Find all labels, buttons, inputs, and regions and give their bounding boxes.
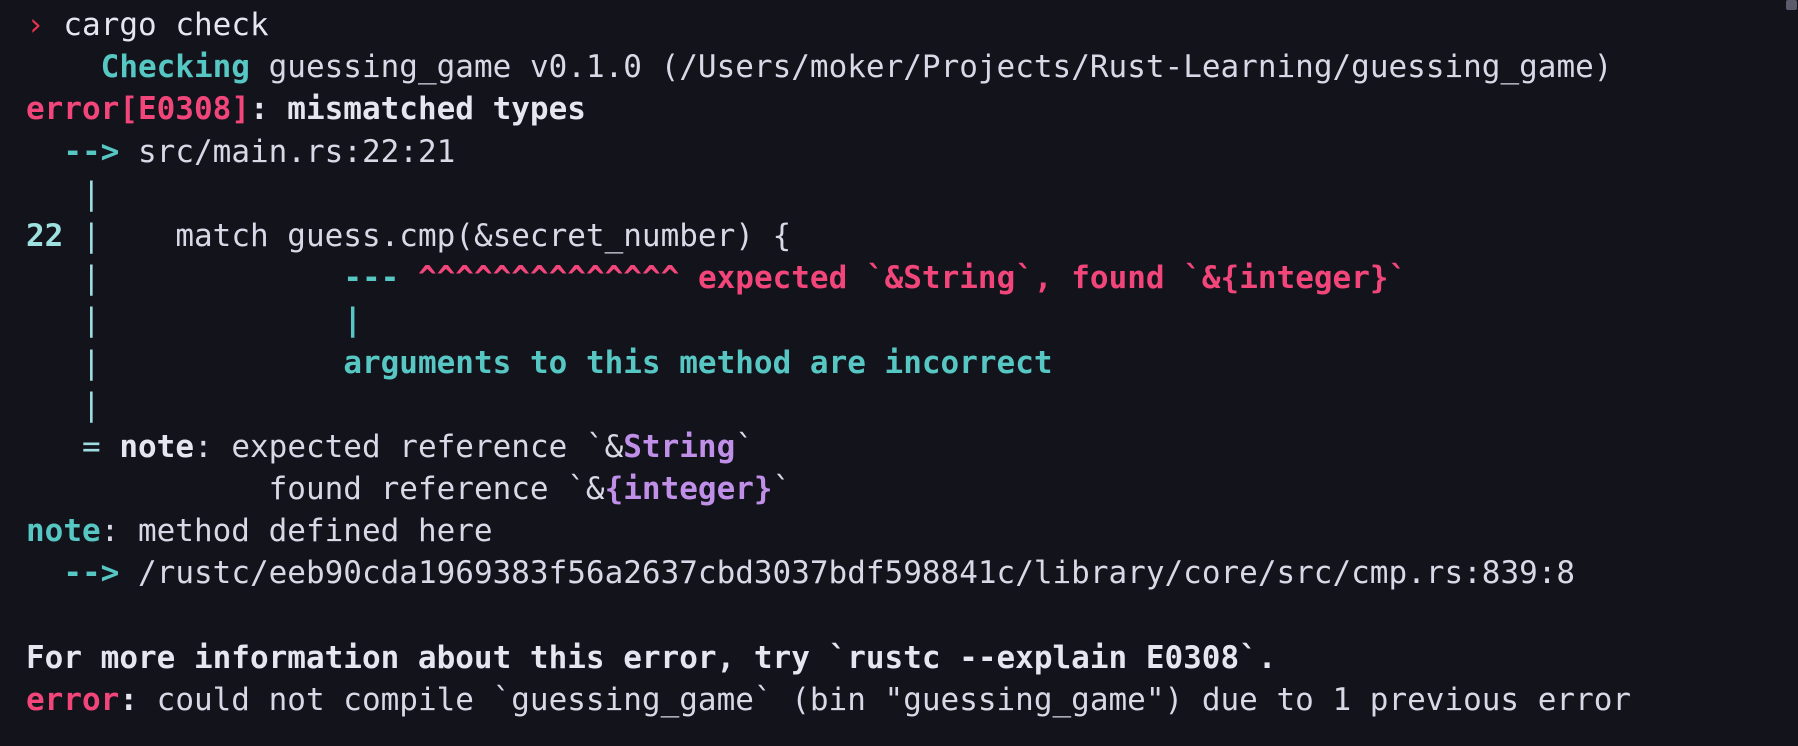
annotation-carets: ^^^^^^^^^^^^^^ <box>417 260 680 297</box>
note-expected-reference-line: = note: expected reference `&String` <box>0 426 1798 468</box>
pipe-marker: | <box>343 302 362 339</box>
code-line: 22 | match guess.cmp(&secret_number) { <box>0 215 1798 257</box>
method-note-line: note: method defined here <box>0 510 1798 552</box>
command-value: cargo check <box>63 7 269 43</box>
note-colon: : <box>194 428 232 465</box>
arguments-note-text: arguments to this method are incorrect <box>343 344 1053 381</box>
checking-version: v0.1.0 <box>529 49 642 86</box>
scrollbar-thumb[interactable] <box>1786 0 1797 10</box>
annotation-dashes: --- <box>343 260 400 297</box>
gutter-bar: | <box>82 386 101 423</box>
annotation-comma: , <box>1033 260 1072 297</box>
annotation-expected-label: expected <box>697 260 866 297</box>
annotation-found-type: `&{integer}` <box>1183 260 1408 297</box>
error-code-label: error[E0308] <box>26 91 250 128</box>
method-note-arrow-icon: --> <box>63 555 120 592</box>
annotation-line: | --- ^^^^^^^^^^^^^^ expected `&String`,… <box>0 257 1798 299</box>
error-separator: : <box>249 91 288 128</box>
note-equals-icon: = <box>82 428 101 465</box>
note-found-type: {integer} <box>604 471 773 508</box>
method-note-path: /rustc/eeb90cda1969383f56a2637cbd3037bdf… <box>138 555 1576 592</box>
code-line-text: match guess.cmp(&secret_number) { <box>100 217 792 254</box>
footer-error-line: error: could not compile `guessing_game`… <box>0 679 1798 721</box>
gutter-bar: | <box>82 344 101 381</box>
location-arrow-icon: --> <box>63 133 120 170</box>
location-file: src/main.rs:22:21 <box>138 133 456 170</box>
note-found-reference-line: found reference `&{integer}` <box>0 468 1798 510</box>
pipe-marker-line: | | <box>0 299 1798 341</box>
footer-error-message: could not compile `guessing_game` (bin "… <box>156 682 1632 718</box>
method-note-colon: : <box>100 513 138 550</box>
terminal-window: › cargo check Checking guessing_game v0.… <box>0 0 1798 746</box>
method-note-text: method defined here <box>137 513 493 550</box>
more-info-text: For more information about this error, t… <box>26 639 1277 676</box>
prompt-symbol: › <box>26 7 45 43</box>
gutter-bar-line-1: | <box>0 173 1798 215</box>
prompt-line: › cargo check <box>0 4 1798 46</box>
checking-package: guessing_game <box>268 49 512 86</box>
note-found-suffix: ` <box>772 471 792 508</box>
gutter-bar-line-2: | <box>0 384 1798 426</box>
method-note-path-line: --> /rustc/eeb90cda1969383f56a2637cbd303… <box>0 552 1798 594</box>
more-info-line: For more information about this error, t… <box>0 637 1798 679</box>
footer-error-label: error <box>26 682 120 718</box>
note-label: note <box>119 428 194 465</box>
arguments-note-line: | arguments to this method are incorrect <box>0 342 1798 384</box>
code-line-number: 22 <box>26 217 64 254</box>
error-location-line: --> src/main.rs:22:21 <box>0 131 1798 173</box>
scrollbar-track[interactable] <box>1784 0 1798 746</box>
error-message: mismatched types <box>287 91 586 128</box>
gutter-bar: | <box>82 302 101 339</box>
method-note-label: note <box>26 513 101 550</box>
error-header-line: error[E0308]: mismatched types <box>0 88 1798 130</box>
note-found-prefix: found reference `& <box>268 471 605 508</box>
checking-line: Checking guessing_game v0.1.0 (/Users/mo… <box>0 46 1798 88</box>
checking-status: Checking <box>100 49 250 86</box>
note-expected-prefix: expected reference `& <box>231 428 624 465</box>
annotation-expected-type: `&String` <box>865 260 1034 297</box>
gutter-bar: | <box>82 217 101 254</box>
note-expected-type: String <box>623 428 736 465</box>
note-expected-suffix: ` <box>735 428 754 465</box>
annotation-found-label: found <box>1071 260 1184 297</box>
checking-path: (/Users/moker/Projects/Rust-Learning/gue… <box>660 49 1613 86</box>
gutter-bar: | <box>82 260 101 297</box>
gutter-bar: | <box>82 175 101 212</box>
footer-error-colon: : <box>119 682 157 718</box>
command-text <box>45 7 64 43</box>
